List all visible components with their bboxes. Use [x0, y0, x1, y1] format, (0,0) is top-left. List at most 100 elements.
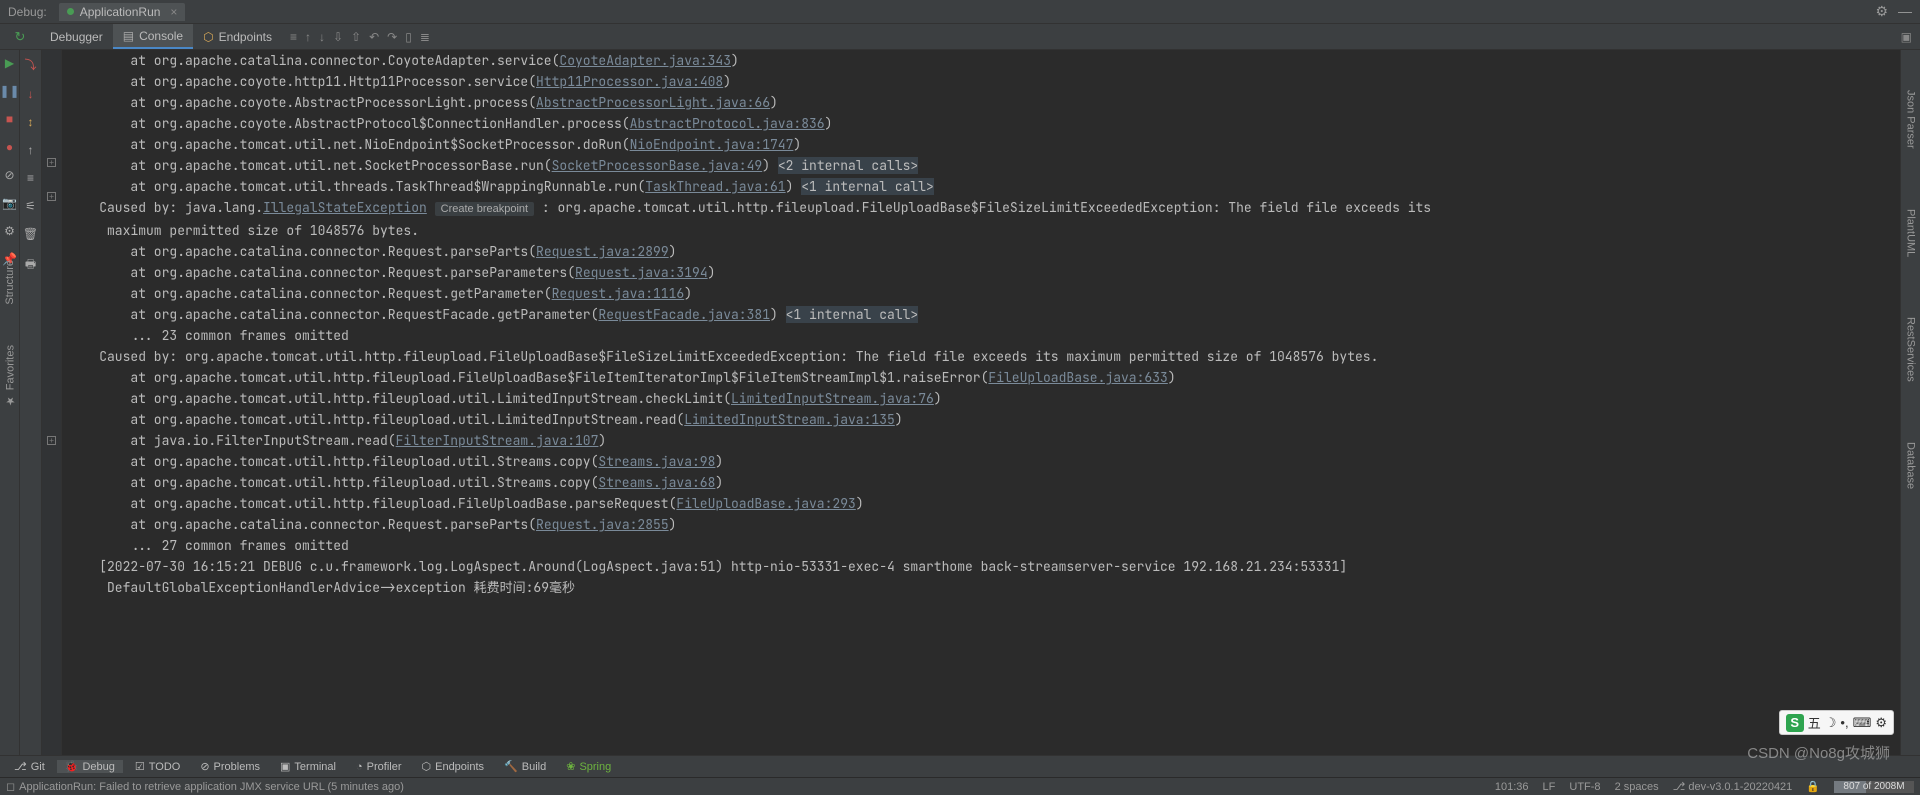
source-link[interactable]: Request.java:2855	[536, 516, 669, 533]
status-indent[interactable]: 2 spaces	[1615, 781, 1659, 793]
source-link[interactable]: Http11Processor.java:408	[536, 73, 723, 90]
console-line: at org.apache.tomcat.util.http.fileuploa…	[68, 472, 1900, 493]
ime-s-icon: S	[1786, 714, 1804, 732]
source-link[interactable]: Request.java:2899	[536, 243, 669, 260]
bottom-problems[interactable]: ⊘ Problems	[192, 760, 268, 773]
toolbar-layout-icon[interactable]: ▯	[405, 30, 412, 44]
console-action-gutter: ⤵ ↓ ↕ ↑ ≡ ⚟ 🗑 🖶	[20, 50, 42, 755]
console-line: ... 23 common frames omitted	[68, 325, 1900, 346]
pause-button[interactable]: ❚❚	[0, 84, 20, 98]
source-link[interactable]: Streams.java:98	[598, 453, 715, 470]
source-link[interactable]: LimitedInputStream.java:76	[731, 390, 934, 407]
ime-gear-icon: ⚙	[1875, 715, 1887, 731]
tool-favorites[interactable]: ★ Favorites	[4, 345, 17, 407]
source-link[interactable]: CoyoteAdapter.java:343	[559, 52, 731, 69]
rerun-button[interactable]: ↻	[0, 24, 40, 49]
source-link[interactable]: Request.java:3194	[575, 264, 708, 281]
source-link[interactable]: LimitedInputStream.java:135	[684, 411, 895, 428]
resume-button[interactable]: ▶	[5, 56, 14, 70]
ime-toolbar[interactable]: S 五 ☽ •, ⌨ ⚙	[1779, 710, 1894, 735]
minimize-icon[interactable]: —	[1898, 3, 1912, 20]
console-line: at org.apache.tomcat.util.http.fileuploa…	[68, 409, 1900, 430]
debug-toolbar: ↻ Debugger ▤ Console ⬡ Endpoints ≡ ↑ ↓ ⇩…	[0, 24, 1920, 50]
source-link[interactable]: NioEndpoint.java:1747	[630, 136, 794, 153]
toolbar-menu-icon[interactable]: ≡	[290, 30, 297, 44]
source-link[interactable]: FileUploadBase.java:633	[988, 369, 1167, 386]
console-line: at org.apache.tomcat.util.http.fileuploa…	[68, 451, 1900, 472]
stop-button[interactable]: ■	[6, 112, 13, 126]
view-breakpoints-button[interactable]: ●	[6, 140, 13, 154]
toolbar-download-icon[interactable]: ⇩	[333, 30, 343, 44]
bottom-build[interactable]: 🔨 Build	[496, 760, 554, 773]
tab-debugger[interactable]: Debugger	[40, 24, 113, 49]
filter-button[interactable]: ⚟	[25, 199, 36, 213]
toolbar-upload-icon[interactable]: ⇧	[351, 30, 361, 44]
status-memory[interactable]: 807 of 2008M	[1834, 781, 1914, 793]
tab-console[interactable]: ▤ Console	[113, 24, 193, 49]
source-link[interactable]: IllegalStateException	[263, 199, 427, 216]
print-button[interactable]: 🖶	[25, 255, 36, 276]
status-lock-icon[interactable]: 🔒	[1806, 780, 1820, 793]
console-output[interactable]: at org.apache.catalina.connector.CoyoteA…	[62, 50, 1900, 755]
endpoints-icon: ⬡	[203, 30, 213, 44]
trash-button[interactable]: 🗑	[23, 227, 38, 241]
debug-label: Debug:	[8, 5, 47, 19]
expand-icon[interactable]: ▣	[1893, 24, 1920, 49]
step-up-button[interactable]: ↑	[28, 143, 34, 157]
step-over-red-button[interactable]: ⤵	[24, 56, 36, 73]
create-breakpoint-link[interactable]: Create breakpoint	[435, 202, 534, 216]
fold-toggle[interactable]: +	[47, 436, 56, 445]
tool-plantuml[interactable]: PlantUML	[1905, 209, 1917, 257]
console-line: at org.apache.coyote.http11.Http11Proces…	[68, 71, 1900, 92]
status-lineend[interactable]: LF	[1543, 781, 1556, 793]
bottom-debug[interactable]: 🐞 Debug	[57, 760, 123, 773]
camera-button[interactable]: 📷	[2, 196, 17, 210]
bottom-profiler[interactable]: ◔ Profiler	[348, 761, 410, 773]
fold-gutter: + + +	[42, 50, 62, 755]
console-line: at org.apache.coyote.AbstractProtocol$Co…	[68, 113, 1900, 134]
toolbar-wrap-icon[interactable]: ≣	[420, 30, 430, 44]
status-window-icon[interactable]: ◻	[6, 780, 15, 793]
fold-toggle[interactable]: +	[47, 158, 56, 167]
source-link[interactable]: TaskThread.java:61	[645, 178, 785, 195]
tool-structure[interactable]: Structure	[4, 260, 16, 305]
tab-endpoints[interactable]: ⬡ Endpoints	[193, 24, 282, 49]
run-config-tab[interactable]: ApplicationRun ×	[59, 3, 186, 21]
step-into-button[interactable]: ↓	[28, 87, 34, 101]
tool-database[interactable]: Database	[1905, 442, 1917, 489]
step-out-button[interactable]: ↕	[28, 115, 34, 129]
toolbar-up-icon[interactable]: ↑	[305, 30, 311, 44]
console-line: DefaultGlobalExceptionHandlerAdvice->exc…	[68, 577, 1900, 598]
source-link[interactable]: FileUploadBase.java:293	[676, 495, 855, 512]
debug-title-bar: Debug: ApplicationRun × ⚙ —	[0, 0, 1920, 24]
status-encoding[interactable]: UTF-8	[1569, 781, 1600, 793]
source-link[interactable]: SocketProcessorBase.java:49	[552, 157, 763, 174]
layout-button[interactable]: ≡	[27, 171, 34, 185]
toolbar-redo-icon[interactable]: ↷	[387, 30, 397, 44]
bottom-todo[interactable]: ☑ TODO	[127, 760, 188, 773]
bottom-endpoints[interactable]: ⬡ Endpoints	[414, 760, 493, 773]
gear-icon[interactable]: ⚙	[1875, 3, 1888, 20]
console-line: at org.apache.tomcat.util.threads.TaskTh…	[68, 176, 1900, 197]
source-link[interactable]: AbstractProtocol.java:836	[630, 115, 825, 132]
tool-json-parser[interactable]: Json Parser	[1905, 90, 1917, 149]
toolbar-down-icon[interactable]: ↓	[319, 30, 325, 44]
source-link[interactable]: AbstractProcessorLight.java:66	[536, 94, 770, 111]
bottom-spring[interactable]: ❀ Spring	[558, 760, 619, 773]
source-link[interactable]: Request.java:1116	[552, 285, 685, 302]
toolbar-undo-icon[interactable]: ↶	[369, 30, 379, 44]
settings-button[interactable]: ⚙	[4, 224, 15, 238]
status-caret[interactable]: 101:36	[1495, 781, 1529, 793]
internal-calls-badge: <1 internal call>	[801, 178, 934, 195]
mute-breakpoints-button[interactable]: ⊘	[4, 168, 14, 182]
bottom-terminal[interactable]: ▣ Terminal	[272, 760, 344, 773]
source-link[interactable]: RequestFacade.java:381	[598, 306, 770, 323]
source-link[interactable]: FilterInputStream.java:107	[396, 432, 599, 449]
status-branch[interactable]: ⎇ dev-v3.0.1-20220421	[1673, 780, 1793, 793]
source-link[interactable]: Streams.java:68	[598, 474, 715, 491]
tool-restservices[interactable]: RestServices	[1905, 317, 1917, 382]
close-icon[interactable]: ×	[170, 5, 177, 19]
console-line: at org.apache.coyote.AbstractProcessorLi…	[68, 92, 1900, 113]
bottom-git[interactable]: ⎇ Git	[6, 760, 53, 773]
fold-toggle[interactable]: +	[47, 192, 56, 201]
